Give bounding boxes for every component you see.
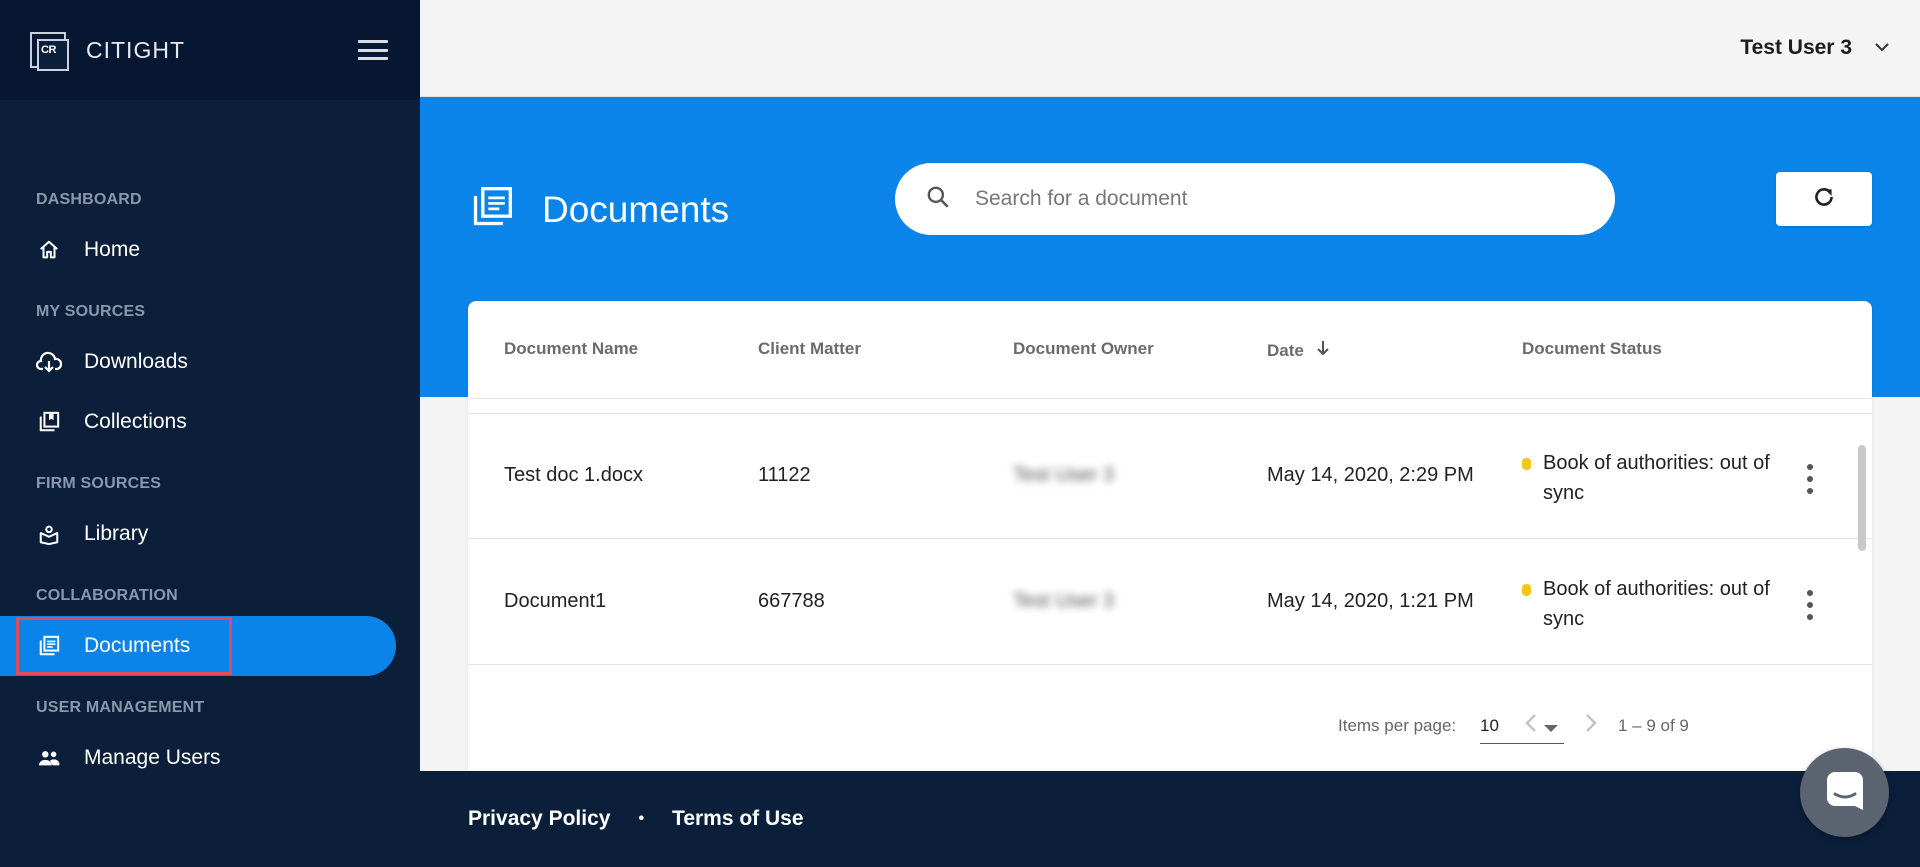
header-document-owner[interactable]: Document Owner (1013, 339, 1154, 359)
cell-document-owner: Test User 3 (1013, 590, 1115, 612)
sidebar-item-collections[interactable]: Collections (0, 392, 420, 452)
more-options-icon[interactable] (1800, 590, 1820, 620)
cell-document-status: Book of authorities: out of sync (1522, 574, 1782, 634)
cloud-download-icon (36, 349, 62, 375)
cell-document-name[interactable]: Document1 (504, 590, 606, 613)
documents-table: Document Name Client Matter Document Own… (468, 301, 1872, 771)
footer-separator: • (638, 810, 645, 827)
menu-toggle-icon[interactable] (358, 40, 388, 60)
items-per-page-label: Items per page: (1338, 716, 1457, 735)
sidebar-item-label: Manage Users (84, 746, 221, 769)
next-page-button[interactable] (1576, 710, 1606, 740)
sidebar-item-label: Library (84, 522, 149, 545)
brand-name: CITIGHT (86, 36, 185, 63)
sort-arrow-down-icon (1316, 339, 1330, 362)
section-title-my-sources: MY SOURCES (36, 303, 146, 320)
header-date[interactable]: Date (1267, 339, 1330, 362)
sidebar-item-manage-users[interactable]: Manage Users (0, 728, 420, 788)
library-icon (36, 521, 62, 547)
table-scrollbar[interactable] (1858, 445, 1866, 551)
table-row[interactable]: Document1 667788 Test User 3 May 14, 202… (468, 540, 1872, 665)
collections-icon (36, 409, 62, 435)
sidebar-item-home[interactable]: Home (0, 220, 420, 280)
footer: Privacy Policy • Terms of Use (420, 771, 1920, 867)
home-icon (36, 237, 62, 263)
refresh-icon (1811, 184, 1837, 215)
sidebar-nav: DASHBOARD Home MY SOURCES Downloads Coll… (0, 100, 420, 788)
search-bar[interactable] (895, 163, 1615, 235)
chevron-left-icon (1524, 712, 1538, 739)
page-title: Documents (542, 188, 730, 230)
cell-document-owner: Test User 3 (1013, 464, 1115, 486)
refresh-button[interactable] (1776, 172, 1872, 226)
top-header: Test User 3 (420, 0, 1920, 97)
chevron-right-icon (1584, 712, 1598, 739)
cell-date: May 14, 2020, 2:29 PM (1267, 464, 1474, 486)
items-per-page-value: 10 (1480, 716, 1499, 735)
dropdown-caret-icon (1544, 725, 1558, 732)
privacy-policy-link[interactable]: Privacy Policy (468, 807, 610, 831)
status-text: Book of authorities: out of sync (1543, 578, 1770, 630)
header-date-label: Date (1267, 340, 1304, 360)
page-title-group: Documents (470, 185, 729, 234)
search-input[interactable] (975, 187, 1575, 211)
status-dot (1522, 584, 1531, 596)
sidebar-item-label: Collections (84, 410, 187, 433)
sidebar-item-label: Downloads (84, 350, 188, 373)
section-title-user-management: USER MANAGEMENT (36, 699, 205, 716)
cell-date: May 14, 2020, 1:21 PM (1267, 590, 1474, 612)
chevron-down-icon[interactable] (1874, 39, 1890, 57)
section-title-firm-sources: FIRM SOURCES (36, 475, 162, 492)
users-icon (36, 745, 62, 771)
cell-document-status: Book of authorities: out of sync (1522, 448, 1782, 508)
cell-client-matter: 11122 (758, 464, 811, 486)
status-dot (1522, 458, 1531, 470)
page-range: 1 – 9 of 9 (1618, 716, 1689, 735)
chat-launcher-button[interactable] (1800, 748, 1889, 837)
sidebar-item-downloads[interactable]: Downloads (0, 332, 420, 392)
paginator: Items per page: 10 1 – 9 of 9 (468, 696, 1872, 756)
cell-client-matter: 667788 (758, 590, 825, 612)
app-logo[interactable]: CR (30, 32, 69, 71)
sidebar-item-documents[interactable]: Documents (0, 616, 396, 676)
sidebar: CR CITIGHT DASHBOARD Home MY SOURCES Dow… (0, 0, 420, 867)
more-options-icon[interactable] (1800, 464, 1820, 494)
sidebar-header: CR CITIGHT (0, 0, 420, 100)
table-row[interactable]: Test doc 1.docx 11122 Test User 3 May 14… (468, 414, 1872, 539)
documents-icon (470, 185, 514, 234)
logo-text: CR (41, 44, 56, 56)
user-name[interactable]: Test User 3 (1740, 36, 1852, 60)
sidebar-item-library[interactable]: Library (0, 504, 420, 564)
table-header: Document Name Client Matter Document Own… (468, 301, 1872, 399)
search-icon (925, 184, 951, 215)
sidebar-item-label: Home (84, 238, 141, 261)
status-text: Book of authorities: out of sync (1543, 452, 1770, 504)
section-title-collaboration: COLLABORATION (36, 587, 178, 604)
cell-document-name[interactable]: Test doc 1.docx (504, 464, 643, 487)
chat-icon (1823, 768, 1867, 817)
previous-page-button[interactable] (1516, 710, 1546, 740)
header-client-matter[interactable]: Client Matter (758, 339, 861, 359)
header-document-status[interactable]: Document Status (1522, 339, 1662, 359)
terms-of-use-link[interactable]: Terms of Use (672, 807, 804, 831)
section-title-dashboard: DASHBOARD (36, 191, 142, 208)
header-document-name[interactable]: Document Name (504, 339, 638, 359)
highlight-box (16, 617, 232, 675)
